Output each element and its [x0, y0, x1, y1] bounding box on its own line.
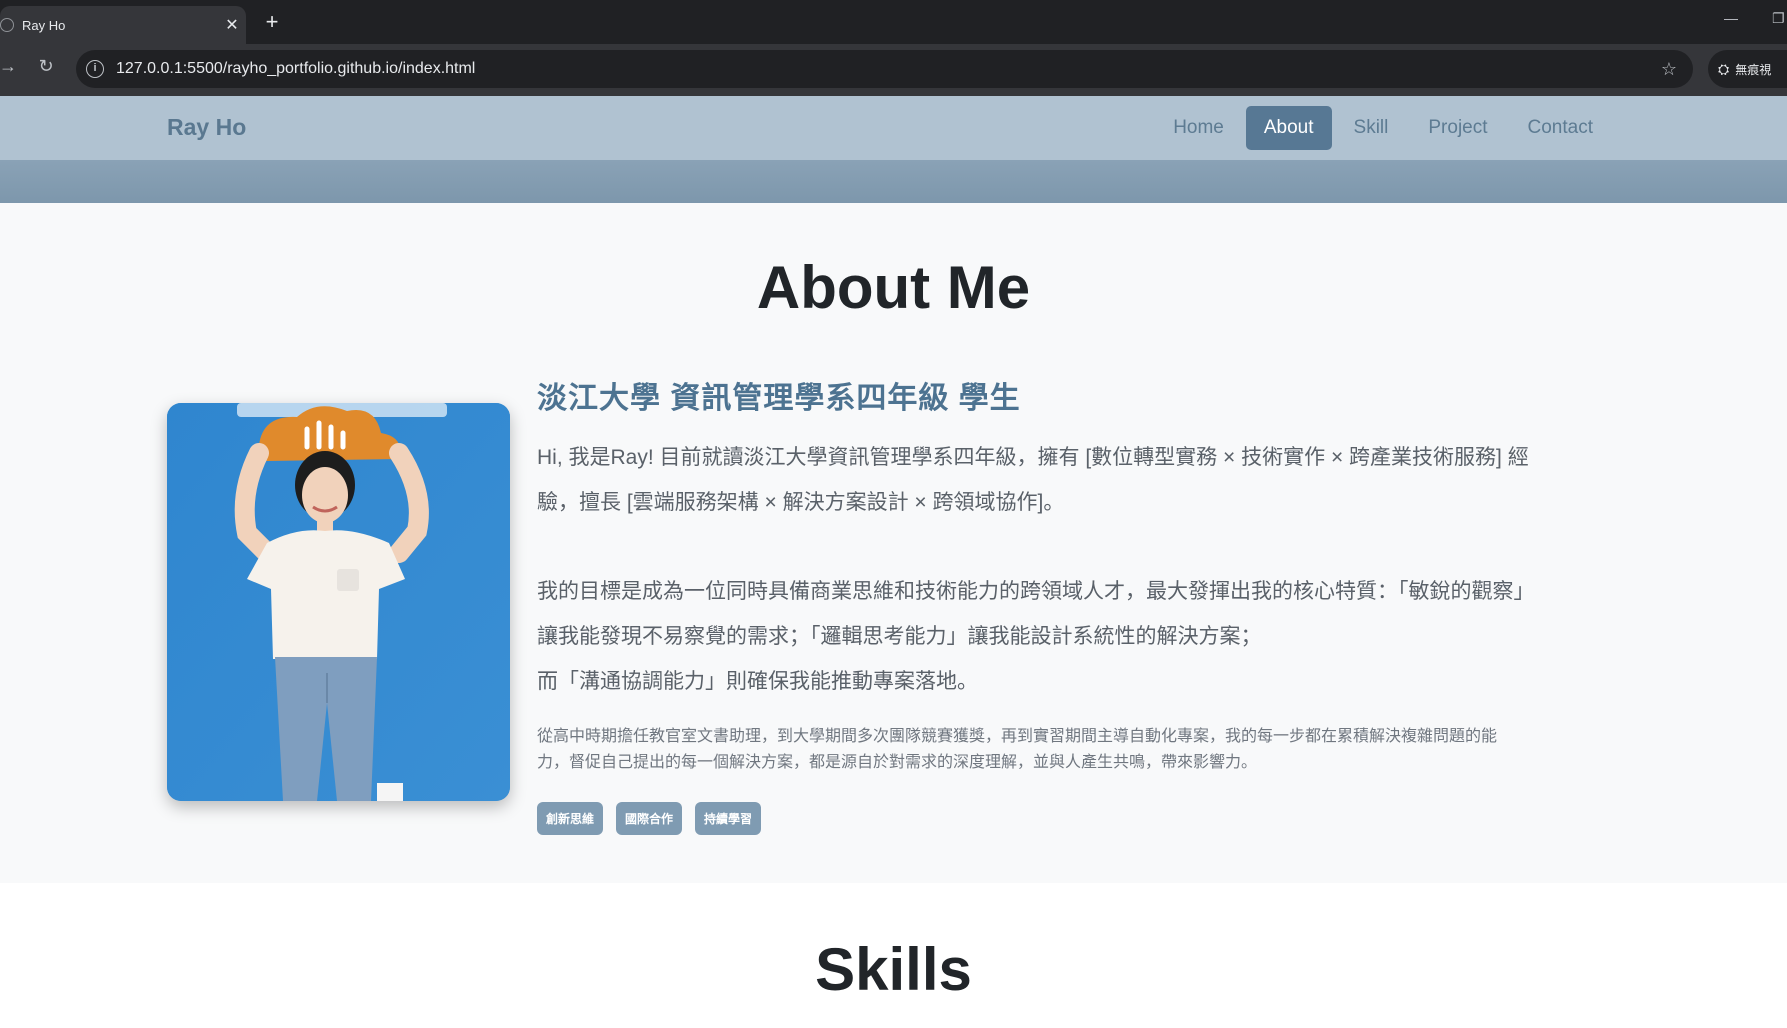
browser-tab[interactable]: Ray Ho ✕ [0, 6, 246, 44]
goal-line: 讓我能發現不易察覺的需求；「邏輯思考能力」讓我能設計系統性的解決方案； [537, 625, 1262, 648]
tab-title: Ray Ho [22, 17, 66, 33]
close-tab-icon[interactable]: ✕ [218, 15, 246, 35]
intro-line: 驗，擅長 [雲端服務架構 × 解決方案設計 × 跨領域協作]。 [537, 491, 1065, 514]
browser-toolbar: → ↻ i 127.0.0.1:5500/rayho_portfolio.git… [0, 44, 1787, 96]
address-bar[interactable]: i 127.0.0.1:5500/rayho_portfolio.github.… [76, 50, 1693, 88]
site-info-icon[interactable]: i [86, 60, 104, 78]
nav-about[interactable]: About [1245, 106, 1332, 150]
tag-badge: 國際合作 [616, 802, 683, 835]
about-section: About Me 淡江大學 資訊管理學系四年級 學生 Hi, 我是Ray! 目前… [0, 203, 1787, 883]
incognito-profile-button[interactable]: ⛭ 無痕視 [1708, 50, 1787, 88]
reload-icon[interactable]: ↻ [32, 56, 60, 77]
site-navbar: Ray Ho Home About Skill Project Contact [0, 96, 1787, 160]
about-subtitle: 淡江大學 資訊管理學系四年級 學生 [537, 382, 1021, 415]
browser-tabbar: Ray Ho ✕ + — ❐ [0, 0, 1787, 44]
nav-home[interactable]: Home [1155, 106, 1242, 150]
about-title: About Me [756, 254, 1031, 321]
tag-badge: 持續學習 [695, 802, 762, 835]
restore-icon[interactable]: ❐ [1772, 10, 1785, 27]
profile-photo-illustration [167, 403, 510, 801]
intro-paragraph: Hi, 我是Ray! 目前就讀淡江大學資訊管理學系四年級，擁有 [數位轉型實務 … [537, 435, 1617, 525]
trait-tags: 創新思維 國際合作 持續學習 [537, 802, 1617, 835]
skills-section: Skills [0, 883, 1787, 1028]
nav-links: Home About Skill Project Contact [1151, 106, 1611, 150]
detail-line: 從高中時期擔任教官室文書助理，到大學期間多次團隊競賽獲獎，再到實習期間主導自動化… [537, 728, 1498, 745]
new-tab-button[interactable]: + [258, 8, 286, 36]
minimize-icon[interactable]: — [1724, 10, 1738, 26]
goal-line: 我的目標是成為一位同時具備商業思維和技術能力的跨領域人才，最大發揮出我的核心特質… [537, 580, 1535, 603]
nav-project[interactable]: Project [1410, 106, 1505, 150]
intro-line: Hi, 我是Ray! 目前就讀淡江大學資訊管理學系四年級，擁有 [數位轉型實務 … [537, 446, 1529, 469]
bookmark-star-icon[interactable]: ☆ [1661, 59, 1677, 80]
nav-skill[interactable]: Skill [1336, 106, 1407, 150]
hero-band [0, 160, 1787, 203]
detail-line: 力，督促自己提出的每一個解決方案，都是源自於對需求的深度理解，並與人產生共鳴，帶… [537, 754, 1258, 771]
url-text[interactable]: 127.0.0.1:5500/rayho_portfolio.github.io… [116, 60, 1661, 78]
profile-label: 無痕視 [1735, 62, 1772, 77]
goal-line: 而「溝通協調能力」則確保我能推動專案落地。 [537, 670, 978, 693]
tag-badge: 創新思維 [537, 802, 604, 835]
profile-photo [167, 403, 510, 801]
brand-logo[interactable]: Ray Ho [167, 114, 246, 141]
incognito-icon: ⛭ [1718, 60, 1730, 77]
detail-paragraph: 從高中時期擔任教官室文書助理，到大學期間多次團隊競賽獲獎，再到實習期間主導自動化… [537, 724, 1617, 776]
globe-icon [0, 18, 14, 32]
about-content: 淡江大學 資訊管理學系四年級 學生 Hi, 我是Ray! 目前就讀淡江大學資訊管… [537, 373, 1617, 835]
nav-contact[interactable]: Contact [1510, 106, 1611, 150]
goal-paragraph: 我的目標是成為一位同時具備商業思維和技術能力的跨領域人才，最大發揮出我的核心特質… [537, 569, 1617, 704]
skills-title: Skills [815, 936, 972, 1003]
forward-icon[interactable]: → [0, 56, 22, 77]
